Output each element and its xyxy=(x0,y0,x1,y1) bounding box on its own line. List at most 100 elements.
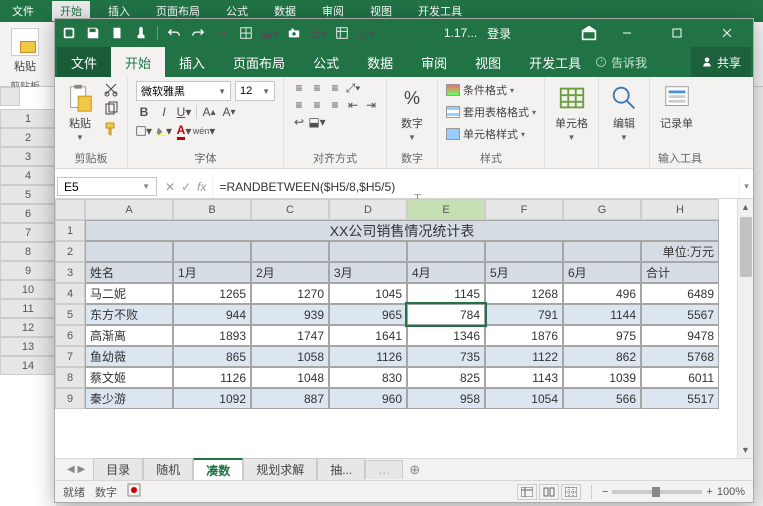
data-cell[interactable]: 1092 xyxy=(173,388,251,409)
sheet-tab-4[interactable]: 抽... xyxy=(317,458,365,481)
row-header[interactable]: 4 xyxy=(55,283,85,304)
row-header[interactable]: 6 xyxy=(55,325,85,346)
data-cell[interactable]: 1048 xyxy=(251,367,329,388)
bg-row-header[interactable]: 1 xyxy=(0,109,56,128)
qat-select-icon[interactable]: ◲▾ xyxy=(358,25,374,41)
bg-row-header[interactable]: 13 xyxy=(0,337,56,356)
data-cell[interactable]: 1270 xyxy=(251,283,329,304)
bg-row-header[interactable]: 3 xyxy=(0,147,56,166)
data-cell[interactable]: 5517 xyxy=(641,388,719,409)
tab-file[interactable]: 文件 xyxy=(57,47,111,77)
data-cell[interactable]: 1145 xyxy=(407,283,485,304)
zoom-value[interactable]: 100% xyxy=(717,486,745,498)
align-right-icon[interactable]: ≡ xyxy=(328,98,342,112)
shrink-font-icon[interactable]: A▾ xyxy=(221,104,237,120)
paste-button[interactable]: 粘贴 ▼ xyxy=(63,81,97,144)
data-cell[interactable]: 958 xyxy=(407,388,485,409)
data-cell[interactable]: 1268 xyxy=(485,283,563,304)
window-login[interactable]: 登录 xyxy=(487,25,511,42)
qat-borders-icon[interactable] xyxy=(238,25,254,41)
row-header[interactable]: 8 xyxy=(55,367,85,388)
data-cell[interactable]: 1045 xyxy=(329,283,407,304)
data-cell[interactable]: 939 xyxy=(251,304,329,325)
data-cell[interactable]: 1058 xyxy=(251,346,329,367)
row-header[interactable]: 5 xyxy=(55,304,85,325)
qat-touch-icon[interactable] xyxy=(133,25,149,41)
sheet-tab-2[interactable]: 凑数 xyxy=(193,458,243,481)
zoom-control[interactable]: − + 100% xyxy=(602,486,745,498)
tab-review[interactable]: 审阅 xyxy=(407,47,461,77)
cut-icon[interactable] xyxy=(103,81,119,97)
bg-row-header[interactable]: 4 xyxy=(0,166,56,185)
view-normal-icon[interactable] xyxy=(517,484,537,500)
data-cell[interactable]: 9478 xyxy=(641,325,719,346)
tell-me[interactable]: 告诉我 xyxy=(595,47,647,77)
align-mid-icon[interactable]: ≡ xyxy=(310,81,324,95)
cell-styles-button[interactable]: 单元格样式▾ xyxy=(446,125,536,143)
underline-icon[interactable]: U▾ xyxy=(176,104,192,120)
record-button[interactable]: 记录单 xyxy=(658,81,695,133)
format-painter-icon[interactable] xyxy=(103,121,119,137)
row-header[interactable]: 9 xyxy=(55,388,85,409)
data-cell[interactable]: 735 xyxy=(407,346,485,367)
tab-data[interactable]: 数据 xyxy=(353,47,407,77)
data-cell[interactable]: 1054 xyxy=(485,388,563,409)
col-header-B[interactable]: B xyxy=(173,199,251,220)
qat-mode-icon[interactable] xyxy=(109,25,125,41)
italic-icon[interactable]: I xyxy=(156,104,172,120)
align-bot-icon[interactable]: ≡ xyxy=(328,81,342,95)
row-header[interactable]: 3 xyxy=(55,262,85,283)
sheet-overflow[interactable]: … xyxy=(365,460,403,479)
fill-color-icon[interactable]: ▾ xyxy=(156,123,172,139)
data-cell[interactable]: 566 xyxy=(563,388,641,409)
col-header-A[interactable]: A xyxy=(85,199,173,220)
border-icon[interactable]: ▾ xyxy=(136,123,152,139)
orientation-icon[interactable]: ⤢▾ xyxy=(346,81,360,95)
maximize-button[interactable] xyxy=(657,19,697,47)
data-cell[interactable]: 1893 xyxy=(173,325,251,346)
bg-row-header[interactable]: 10 xyxy=(0,280,56,299)
tab-layout[interactable]: 页面布局 xyxy=(219,47,299,77)
qat-app-icon[interactable] xyxy=(61,25,77,41)
add-sheet-button[interactable]: ⊕ xyxy=(403,460,426,480)
col-header-C[interactable]: C xyxy=(251,199,329,220)
number-format-button[interactable]: % 数字 ▼ xyxy=(395,81,429,144)
sheet-tab-1[interactable]: 随机 xyxy=(143,458,193,481)
data-cell[interactable]: 825 xyxy=(407,367,485,388)
data-cell[interactable]: 944 xyxy=(173,304,251,325)
data-cell[interactable]: 5567 xyxy=(641,304,719,325)
zoom-slider[interactable] xyxy=(612,490,702,494)
phonetic-icon[interactable]: wén▾ xyxy=(196,123,212,139)
conditional-format-button[interactable]: 条件格式▾ xyxy=(446,81,536,99)
qat-save-icon[interactable] xyxy=(85,25,101,41)
qat-camera-icon[interactable] xyxy=(286,25,302,41)
fx-icon[interactable]: fx xyxy=(197,180,206,194)
tab-developer[interactable]: 开发工具 xyxy=(515,47,595,77)
sheet-tab-0[interactable]: 目录 xyxy=(93,458,143,481)
grow-font-icon[interactable]: A▴ xyxy=(201,104,217,120)
bold-icon[interactable]: B xyxy=(136,104,152,120)
select-all-corner[interactable] xyxy=(55,199,85,220)
data-cell[interactable]: 791 xyxy=(485,304,563,325)
merge-icon[interactable]: ⬓▾ xyxy=(310,115,324,129)
wrap-text-icon[interactable]: ↩ xyxy=(292,115,306,129)
zoom-out-icon[interactable]: − xyxy=(602,486,608,498)
data-cell[interactable]: 1122 xyxy=(485,346,563,367)
formula-input[interactable]: =RANDBETWEEN($H5/8,$H5/5) ⌶ xyxy=(213,175,739,198)
data-cell[interactable]: 784 xyxy=(407,304,485,325)
data-cell[interactable]: 6489 xyxy=(641,283,719,304)
editing-button[interactable]: 编辑 ▼ xyxy=(607,81,641,144)
share-button[interactable]: 共享 xyxy=(691,47,751,77)
data-cell[interactable]: 1265 xyxy=(173,283,251,304)
spreadsheet-grid[interactable]: ABCDEFGH1XX公司销售情况统计表2单位:万元3姓名1月2月3月4月5月6… xyxy=(55,199,737,409)
data-cell[interactable]: 1641 xyxy=(329,325,407,346)
qat-dot1-icon[interactable]: ◦▾ xyxy=(214,25,230,41)
tab-formula[interactable]: 公式 xyxy=(299,47,353,77)
data-cell[interactable]: 496 xyxy=(563,283,641,304)
data-cell[interactable]: 862 xyxy=(563,346,641,367)
data-cell[interactable]: 975 xyxy=(563,325,641,346)
col-header-G[interactable]: G xyxy=(563,199,641,220)
row-header[interactable]: 2 xyxy=(55,241,85,262)
cells-button[interactable]: 单元格 ▼ xyxy=(553,81,590,144)
bg-row-header[interactable]: 9 xyxy=(0,261,56,280)
